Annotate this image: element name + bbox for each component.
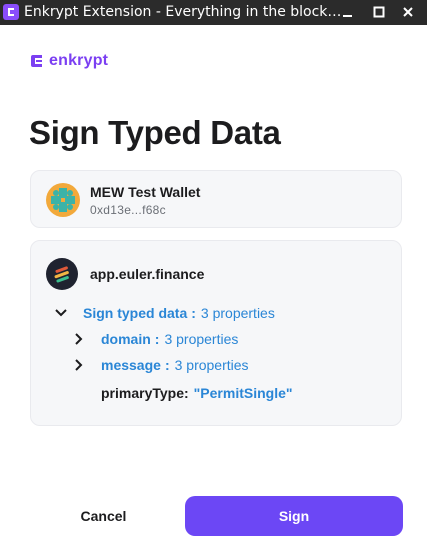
- cancel-button[interactable]: Cancel: [30, 497, 177, 535]
- page-title: Sign Typed Data: [29, 114, 281, 151]
- close-button[interactable]: [397, 2, 419, 22]
- window-titlebar: Enkrypt Extension - Everything in the bl…: [0, 0, 427, 25]
- typed-data-card: app.euler.finance Sign typed data : 3 pr…: [30, 240, 402, 426]
- sign-button[interactable]: Sign: [185, 496, 403, 536]
- close-icon: [403, 7, 413, 17]
- primary-type-key: primaryType:: [101, 385, 189, 401]
- minimize-icon: [343, 15, 352, 17]
- minimize-button[interactable]: [337, 2, 359, 22]
- euler-logo-icon: [54, 266, 69, 283]
- maximize-icon: [373, 6, 385, 18]
- brand-name: enkrypt: [49, 52, 109, 69]
- tree-key-message: message: [101, 357, 161, 373]
- site-domain: app.euler.finance: [90, 266, 205, 282]
- enkrypt-app-icon: [3, 4, 19, 20]
- chevron-right-icon[interactable]: [72, 332, 86, 346]
- tree-root-row[interactable]: Sign typed data : 3 properties: [54, 305, 275, 321]
- wallet-name: MEW Test Wallet: [90, 184, 201, 200]
- tree-colon: :: [191, 305, 196, 321]
- primary-type-value: "PermitSingle": [193, 385, 293, 401]
- site-favicon: [46, 258, 78, 290]
- tree-colon: :: [154, 331, 160, 347]
- tree-count-message: 3 properties: [174, 357, 249, 373]
- window-title: Enkrypt Extension - Everything in the bl…: [24, 4, 342, 20]
- wallet-address: 0xd13e...f68c: [90, 203, 166, 217]
- tree-count-domain: 3 properties: [164, 331, 239, 347]
- enkrypt-logo-icon: [31, 55, 42, 67]
- tree-row-primary-type: primaryType: "PermitSingle": [101, 385, 293, 401]
- tree-row-domain[interactable]: domain : 3 properties: [72, 331, 238, 347]
- wallet-card: MEW Test Wallet 0xd13e...f68c: [30, 170, 402, 228]
- tree-root-key: Sign typed data: [83, 305, 188, 321]
- enkrypt-logo: enkrypt: [30, 52, 108, 70]
- tree-key-domain: domain: [101, 331, 151, 347]
- tree-colon: :: [164, 357, 170, 373]
- maximize-button[interactable]: [368, 2, 390, 22]
- tree-row-message[interactable]: message : 3 properties: [72, 357, 249, 373]
- chevron-down-icon[interactable]: [54, 306, 68, 320]
- chevron-right-icon[interactable]: [72, 358, 86, 372]
- tree-root-count: 3 properties: [200, 305, 275, 321]
- wallet-avatar: [46, 183, 80, 217]
